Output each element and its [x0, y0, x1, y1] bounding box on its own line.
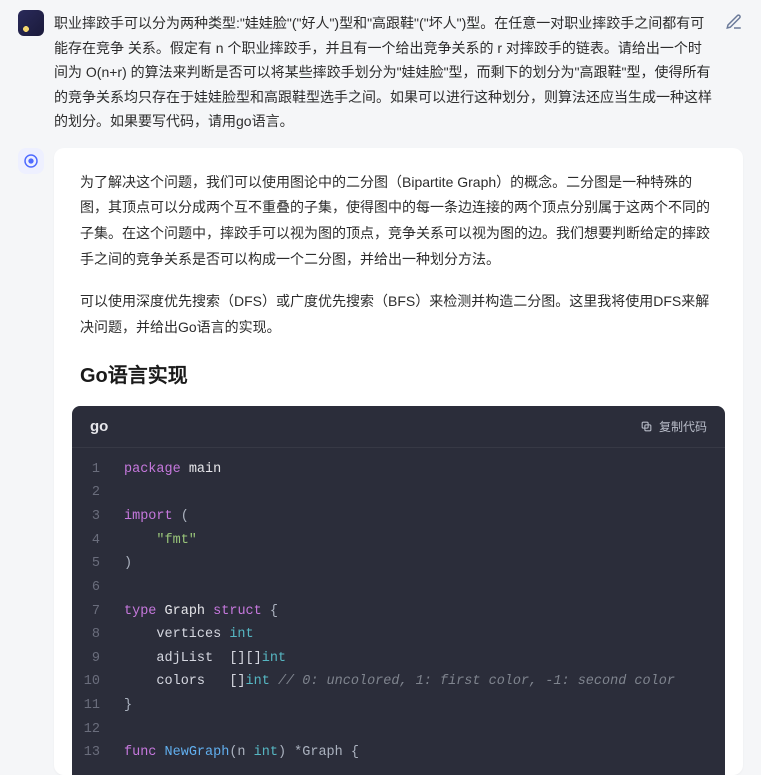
code-body: 12345678910111213 package main import ( … [72, 448, 725, 775]
copy-code-button[interactable]: 复制代码 [640, 418, 707, 435]
user-message-row: 职业摔跤手可以分为两种类型:"娃娃脸"("好人")型和"高跟鞋"("坏人")型。… [18, 10, 743, 134]
code-block: go 复制代码 12345678910111213 package main i… [72, 406, 725, 775]
user-avatar [18, 10, 44, 36]
section-title: Go语言实现 [80, 359, 717, 388]
copy-label: 复制代码 [659, 418, 707, 435]
assistant-card: 为了解决这个问题，我们可以使用图论中的二分图（Bipartite Graph）的… [54, 148, 743, 775]
code-lines[interactable]: package main import ( "fmt") type Graph … [114, 448, 725, 775]
assistant-avatar [18, 148, 44, 174]
edit-icon[interactable] [725, 13, 743, 31]
code-language-label: go [90, 418, 108, 435]
copy-icon [640, 420, 653, 433]
code-gutter: 12345678910111213 [72, 448, 114, 775]
assistant-paragraph: 为了解决这个问题，我们可以使用图论中的二分图（Bipartite Graph）的… [80, 170, 717, 274]
assistant-row: 为了解决这个问题，我们可以使用图论中的二分图（Bipartite Graph）的… [18, 148, 743, 775]
user-message-text: 职业摔跤手可以分为两种类型:"娃娃脸"("好人")型和"高跟鞋"("坏人")型。… [54, 10, 715, 134]
code-header: go 复制代码 [72, 406, 725, 448]
assistant-paragraph: 可以使用深度优先搜索（DFS）或广度优先搜索（BFS）来检测并构造二分图。这里我… [80, 289, 717, 341]
